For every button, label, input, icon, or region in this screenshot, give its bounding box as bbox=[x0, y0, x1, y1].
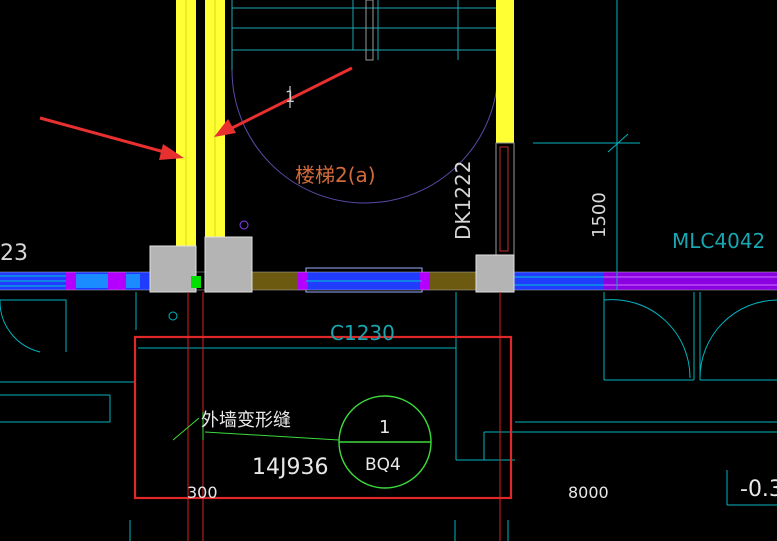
column bbox=[475, 254, 515, 293]
window-c-label: C1230 bbox=[330, 321, 395, 345]
window-mlc-label: MLC4042 bbox=[672, 229, 765, 253]
dim-8000-label: 8000 bbox=[568, 483, 609, 502]
dim-1500-label: 1500 bbox=[589, 192, 610, 238]
small-circle-purple bbox=[239, 220, 249, 230]
door-swing-left bbox=[0, 299, 67, 352]
door-swing-left-arc bbox=[0, 300, 41, 353]
dim-300-label: 300 bbox=[187, 483, 218, 502]
atlas-label: 14J936 bbox=[252, 455, 328, 480]
door-dk-frame bbox=[495, 142, 515, 256]
partial-23-label: 23 bbox=[0, 241, 28, 266]
exterior-wall-band bbox=[0, 267, 777, 293]
cad-drawing: 1 楼梯2(a) DK1222 1500 MLC4042 23 C1230 外墙… bbox=[0, 0, 777, 541]
elevation-label: -0.3 bbox=[740, 477, 777, 502]
stair-number-label: 1 bbox=[285, 87, 295, 106]
stair-name-label: 楼梯2(a) bbox=[295, 163, 376, 187]
wall-right bbox=[496, 0, 514, 143]
detail-code-label: BQ4 bbox=[365, 455, 401, 475]
column bbox=[204, 236, 253, 293]
joint-note-label: 外墙变形缝 bbox=[201, 410, 291, 431]
leader-line bbox=[172, 417, 200, 441]
small-circle-cyan bbox=[168, 311, 178, 321]
cad-drawing-canvas[interactable]: 1 楼梯2(a) DK1222 1500 MLC4042 23 C1230 外墙… bbox=[0, 0, 777, 541]
detail-number-label: 1 bbox=[379, 417, 390, 438]
expansion-joint-marker bbox=[191, 276, 201, 288]
door-swing-right-arc bbox=[699, 299, 777, 379]
leader-line bbox=[204, 431, 340, 441]
stair-handrail bbox=[365, 0, 374, 61]
door-dk-label: DK1222 bbox=[451, 161, 475, 240]
column bbox=[149, 245, 197, 293]
door-swing-right-arc bbox=[603, 299, 691, 379]
